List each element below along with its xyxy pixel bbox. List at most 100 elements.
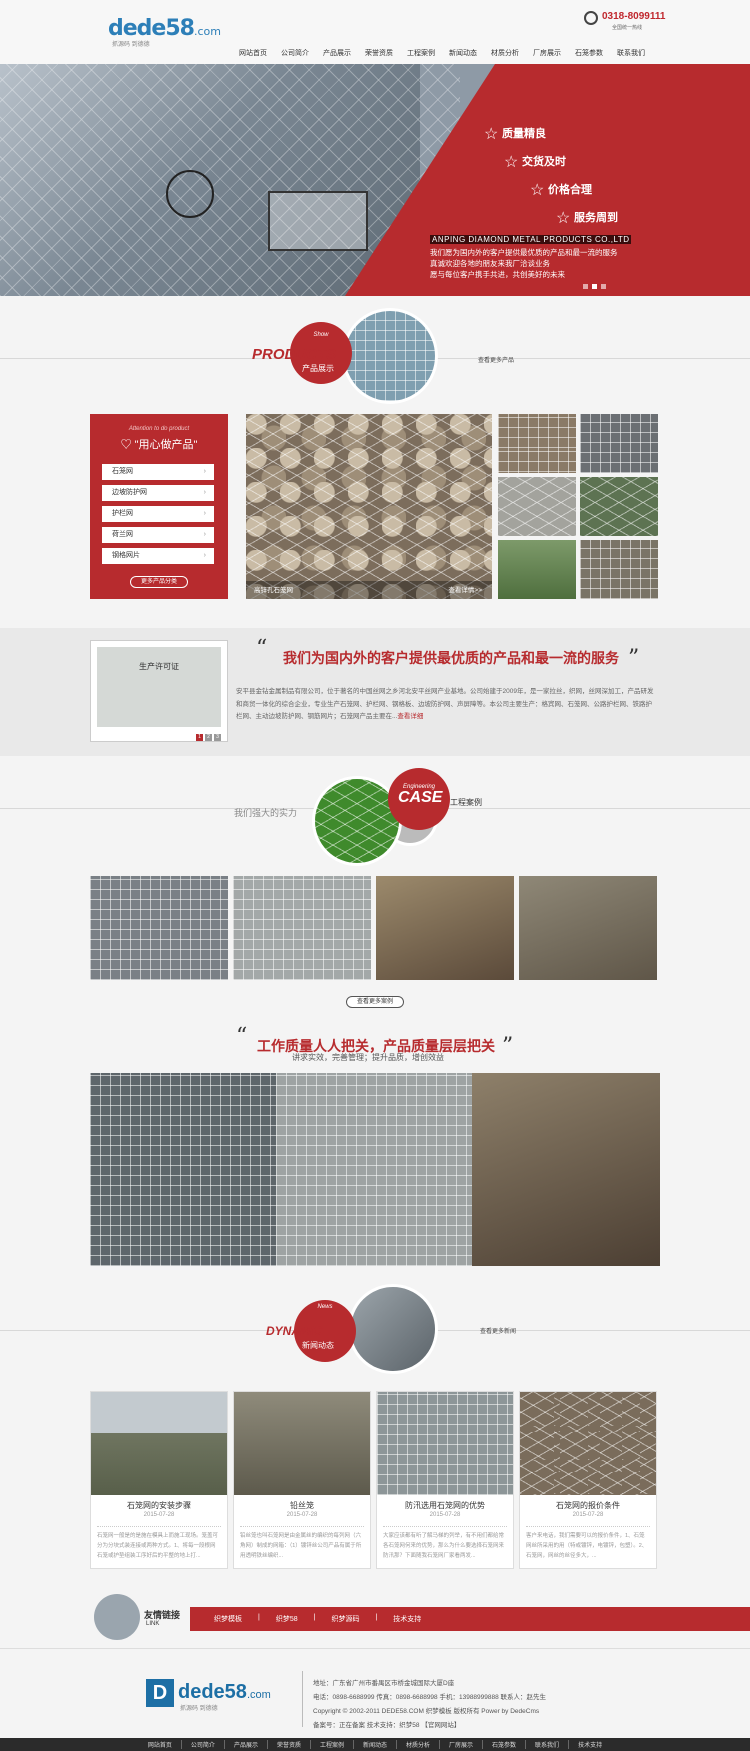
- pager-item[interactable]: 3: [214, 734, 221, 741]
- nav-item-material[interactable]: 材质分析: [484, 48, 526, 58]
- nav-item-products[interactable]: 产品展示: [316, 48, 358, 58]
- case-image[interactable]: [233, 876, 371, 980]
- nav-item-honors[interactable]: 荣誉资质: [358, 48, 400, 58]
- header: dede58.com 抓源码 到德德 0318-8099111 全国统一热线 网…: [0, 0, 750, 64]
- friend-link[interactable]: 织梦源码: [331, 1614, 359, 1624]
- nav-item-contact[interactable]: 联系我们: [610, 48, 652, 58]
- banner-feature-1: ☆ 质量精良: [484, 126, 546, 143]
- news-title[interactable]: 防汛选用石笼网的优势: [377, 1500, 513, 1511]
- link-separator: |: [258, 1614, 260, 1621]
- quote-close: ”: [628, 646, 640, 671]
- news-image: [377, 1392, 513, 1495]
- case-image[interactable]: [519, 876, 657, 980]
- case-image[interactable]: [90, 876, 228, 980]
- product-main-image[interactable]: 高锌孔石笼网 查看详情>>: [246, 414, 492, 599]
- more-categories-button[interactable]: 更多产品分类: [130, 576, 188, 588]
- nav-item-cases[interactable]: 工程案例: [400, 48, 442, 58]
- case-title-cn: 工程案例: [450, 798, 482, 807]
- news-date: 2015-07-28: [572, 1512, 604, 1518]
- category-item[interactable]: 荷兰网: [102, 527, 214, 543]
- case-title-en: CASE: [398, 789, 443, 806]
- footer-nav-item[interactable]: 网站首页: [139, 1740, 182, 1749]
- certificate-pager: 1 2 3: [196, 734, 221, 741]
- banner-text-1: 我们愿为国内外的客户提供最优质的产品和最一流的服务: [430, 248, 618, 257]
- news-excerpt: 铅丝笼也叫石笼网是由金属丝的编织的每列网（六角网）制成的网箱：（1）镀锌丝公司产…: [240, 1526, 364, 1561]
- footer-nav-item[interactable]: 厂房展示: [440, 1740, 484, 1749]
- category-item[interactable]: 钢格网片: [102, 548, 214, 564]
- friend-link[interactable]: 织梦58: [276, 1614, 298, 1624]
- news-excerpt: 客户来电话，我们需要可以的报价条件，1、石笼网丝所采用的用（特或镀锌，电镀锌，包…: [526, 1526, 650, 1561]
- footer-nav-item[interactable]: 石笼参数: [483, 1740, 527, 1749]
- more-news-link[interactable]: 查看更多新闻: [480, 1326, 516, 1335]
- nav-item-about[interactable]: 公司简介: [274, 48, 316, 58]
- site-logo[interactable]: dede58.com 抓源码 到德德: [108, 16, 221, 48]
- banner-slider[interactable]: [0, 64, 750, 296]
- news-title[interactable]: 石笼网的安装步骤: [91, 1500, 227, 1511]
- pager-item[interactable]: 1: [196, 734, 203, 741]
- footer-copyright: Copyright © 2002-2011 DEDE58.COM 织梦模板 版权…: [313, 1708, 540, 1715]
- clock-icon: [166, 170, 214, 218]
- footer-nav-item[interactable]: 技术支持: [569, 1740, 611, 1749]
- news-title-cn: 新闻动态: [302, 1341, 334, 1350]
- slider-dot[interactable]: [601, 284, 606, 289]
- friend-links: 友情链接 LINK 织梦模板 | 织梦58 | 织梦源码 | 技术支持: [90, 1590, 750, 1648]
- category-item[interactable]: 护栏网: [102, 506, 214, 522]
- news-card[interactable]: 铅丝笼 2015-07-28 铅丝笼也叫石笼网是由金属丝的编织的每列网（六角网）…: [233, 1391, 371, 1569]
- news-card[interactable]: 石笼网的报价条件 2015-07-28 客户来电话，我们需要可以的报价条件，1、…: [519, 1391, 657, 1569]
- category-item[interactable]: 边坡防护网: [102, 485, 214, 501]
- product-thumb[interactable]: [498, 477, 576, 536]
- case-image[interactable]: [376, 876, 514, 980]
- footer-nav-item[interactable]: 材质分析: [397, 1740, 441, 1749]
- products-photo-circle: [342, 308, 438, 404]
- more-cases-button[interactable]: 查看更多案例: [346, 996, 404, 1008]
- news-excerpt: 大家应该都有听了解马梯的列举，有不用们都给常各石笼网何来的优势，那么为什么要选择…: [383, 1526, 507, 1561]
- friend-link[interactable]: 技术支持: [393, 1614, 421, 1624]
- certificate-slider[interactable]: 生产许可证: [90, 640, 228, 742]
- links-list: 织梦模板 | 织梦58 | 织梦源码 | 技术支持: [214, 1614, 437, 1624]
- category-panel-en: Attention to do product: [128, 426, 190, 432]
- logo-suffix: .com: [193, 25, 221, 38]
- news-tag: News: [317, 1304, 333, 1310]
- footer-nav-item[interactable]: 荣誉资质: [268, 1740, 311, 1749]
- friend-link[interactable]: 织梦模板: [214, 1614, 242, 1624]
- product-thumb[interactable]: [580, 414, 658, 473]
- star-icon: ☆: [504, 154, 519, 171]
- footer-address: 地址：广东省广州市番禺区市桥金城国际大厦D座: [313, 1680, 455, 1687]
- footer-slogan: 抓源码 到德德: [180, 1706, 218, 1712]
- footer-nav-item[interactable]: 公司简介: [182, 1740, 225, 1749]
- certificate-title: 生产许可证: [139, 662, 179, 671]
- more-products-link[interactable]: 查看更多产品: [478, 355, 514, 364]
- product-thumb[interactable]: [498, 540, 576, 599]
- about-heading: 我们为国内外的客户提供最优质的产品和最一流的服务: [283, 650, 619, 666]
- banner-text-2: 真诚欢迎各地的朋友来我厂洽谈业务: [430, 259, 550, 268]
- footer-icp: 备案号：正在备案 技术支持：织梦58 【官网网站】: [313, 1722, 461, 1729]
- product-thumb[interactable]: [498, 414, 576, 473]
- nav-item-params[interactable]: 石笼参数: [568, 48, 610, 58]
- about-more-link[interactable]: 查看详细: [397, 713, 423, 720]
- news-card[interactable]: 防汛选用石笼网的优势 2015-07-28 大家应该都有听了解马梯的列举，有不用…: [376, 1391, 514, 1569]
- product-detail-link[interactable]: 查看详情>>: [448, 584, 482, 594]
- pager-item[interactable]: 2: [205, 734, 212, 741]
- nav-item-home[interactable]: 网站首页: [232, 48, 274, 58]
- footer: D dede58.com 抓源码 到德德 地址：广东省广州市番禺区市桥金城国际大…: [0, 1648, 750, 1738]
- footer-logo-text: dede58: [178, 1681, 247, 1703]
- footer-nav-item[interactable]: 联系我们: [526, 1740, 570, 1749]
- news-title[interactable]: 石笼网的报价条件: [520, 1500, 656, 1511]
- slider-dot[interactable]: [583, 284, 588, 289]
- nav-item-factory[interactable]: 厂房展示: [526, 48, 568, 58]
- footer-nav-item[interactable]: 产品展示: [225, 1740, 268, 1749]
- slider-dot-active[interactable]: [592, 284, 597, 289]
- footer-nav-item[interactable]: 新闻动态: [354, 1740, 397, 1749]
- star-icon: ☆: [556, 210, 571, 227]
- category-item[interactable]: 石笼网: [102, 464, 214, 480]
- product-thumb[interactable]: [580, 477, 658, 536]
- nav-item-news[interactable]: 新闻动态: [442, 48, 484, 58]
- footer-nav-item[interactable]: 工程案例: [311, 1740, 354, 1749]
- link-separator: |: [313, 1614, 316, 1621]
- products-title-cn: 产品展示: [302, 364, 334, 373]
- news-date: 2015-07-28: [286, 1512, 318, 1518]
- main-nav: 网站首页 公司简介 产品展示 荣誉资质 工程案例 新闻动态 材质分析 厂房展示 …: [232, 48, 652, 58]
- product-thumb[interactable]: [580, 540, 658, 599]
- news-card[interactable]: 石笼网的安装步骤 2015-07-28 石笼网一般是的是施在模具上而施工现场。笼…: [90, 1391, 228, 1569]
- news-title[interactable]: 铅丝笼: [234, 1500, 370, 1511]
